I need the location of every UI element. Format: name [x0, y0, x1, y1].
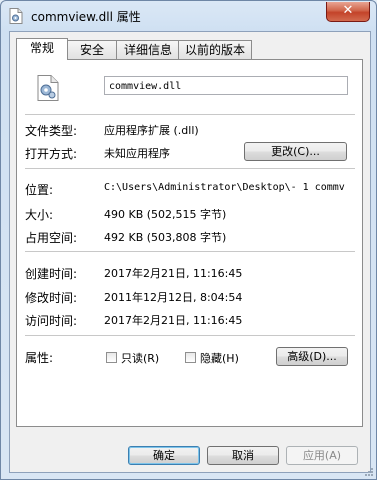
readonly-label[interactable]: 只读(R): [121, 350, 159, 366]
tab-general[interactable]: 常规: [16, 38, 68, 60]
modified-label: 修改时间:: [25, 291, 78, 305]
opens-with-value: 未知应用程序: [104, 147, 170, 160]
divider: [25, 168, 355, 170]
close-button[interactable]: ✕: [326, 2, 370, 22]
created-label: 创建时间:: [25, 267, 78, 281]
tab-previous-versions[interactable]: 以前的版本: [178, 40, 252, 59]
opens-with-label: 打开方式:: [25, 147, 78, 161]
size-label: 大小:: [25, 208, 54, 222]
general-panel: commview.dll 文件类型: 应用程序扩展 (.dll) 打开方式: 未…: [16, 59, 363, 427]
window-title: commview.dll 属性: [31, 10, 141, 24]
filename-field[interactable]: commview.dll: [104, 76, 348, 95]
tab-details[interactable]: 详细信息: [116, 40, 180, 59]
advanced-button[interactable]: 高级(D)...: [276, 347, 348, 366]
readonly-checkbox[interactable]: [106, 352, 117, 363]
apply-button: 应用(A): [286, 446, 358, 465]
accessed-label: 访问时间:: [25, 314, 78, 328]
cancel-button[interactable]: 取消: [207, 446, 279, 465]
location-value: C:\Users\Administrator\Desktop\- 1 commv: [104, 182, 345, 193]
resize-grip-icon[interactable]: [364, 467, 374, 477]
created-value: 2017年2月21日, 11:16:45: [104, 267, 243, 280]
hidden-checkbox[interactable]: [185, 352, 196, 363]
change-button[interactable]: 更改(C)...: [244, 142, 347, 161]
tab-security[interactable]: 安全: [66, 40, 118, 59]
size-value: 490 KB (502,515 字节): [104, 208, 227, 221]
ok-button[interactable]: 确定: [128, 446, 200, 465]
divider: [25, 114, 355, 116]
file-type-label: 文件类型:: [25, 124, 78, 138]
dialog-body: 常规 安全 详细信息 以前的版本 commview.dll 文件类型: 应用程序…: [9, 31, 371, 473]
properties-window: commview.dll 属性 ✕ 常规 安全 详细信息 以前的版本 commv…: [0, 0, 377, 480]
title-bar[interactable]: commview.dll 属性 ✕: [1, 1, 376, 31]
dll-file-icon: [37, 75, 59, 101]
divider: [25, 335, 355, 337]
file-type-value: 应用程序扩展 (.dll): [104, 124, 199, 137]
divider: [25, 251, 355, 253]
attributes-label: 属性:: [25, 351, 54, 365]
modified-value: 2011年12月12日, 8:04:54: [104, 291, 243, 304]
size-on-disk-label: 占用空间:: [25, 231, 78, 245]
hidden-label[interactable]: 隐藏(H): [200, 350, 239, 366]
dll-file-icon: [9, 8, 23, 24]
location-label: 位置:: [25, 183, 54, 197]
size-on-disk-value: 492 KB (503,808 字节): [104, 231, 227, 244]
accessed-value: 2017年2月21日, 11:16:45: [104, 314, 243, 327]
